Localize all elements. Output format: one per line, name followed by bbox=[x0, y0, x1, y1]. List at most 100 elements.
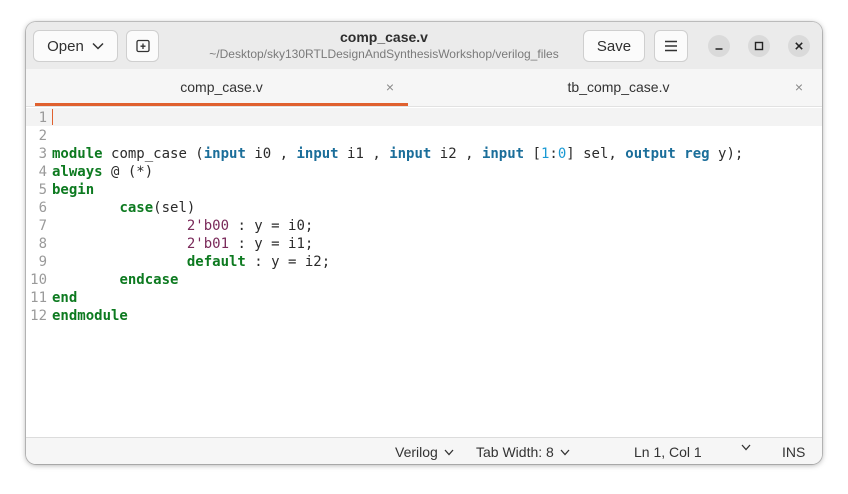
line-number: 2 bbox=[38, 128, 47, 144]
tab-close-icon[interactable]: × bbox=[795, 79, 803, 95]
current-line-highlight bbox=[26, 108, 822, 126]
code-editor[interactable]: 1 2 3 4 5 6 7 8 9 10 11 12 module comp_case (input … bbox=[26, 107, 822, 437]
line-number: 11 bbox=[30, 290, 47, 306]
cursor-position[interactable]: Ln 1, Col 1 bbox=[634, 444, 702, 460]
code-token: i0 , bbox=[245, 146, 297, 162]
line-number: 12 bbox=[30, 308, 47, 324]
code-line: always @ (*) bbox=[52, 163, 153, 181]
code-token: 0 bbox=[557, 146, 567, 162]
code-token: ] sel, bbox=[566, 146, 626, 162]
code-token: (sel) bbox=[153, 200, 196, 216]
insert-mode-label: INS bbox=[782, 444, 806, 460]
line-number-gutter: 1 2 3 4 5 6 7 8 9 10 11 12 bbox=[26, 107, 48, 437]
code-token: input bbox=[203, 146, 246, 162]
active-tab-indicator bbox=[35, 103, 408, 106]
line-number: 4 bbox=[38, 164, 47, 180]
code-line: default : y = i2; bbox=[52, 253, 330, 271]
code-token: endcase bbox=[119, 272, 179, 288]
file-path: ~/Desktop/sky130RTLDesignAndSynthesisWor… bbox=[209, 47, 559, 61]
tab-width-label: Tab Width: 8 bbox=[476, 444, 554, 460]
close-icon bbox=[795, 42, 803, 50]
minimize-icon bbox=[715, 48, 723, 50]
code-line: 2'b00 : y = i0; bbox=[52, 217, 313, 235]
code-token: begin bbox=[52, 182, 95, 198]
code-token: module bbox=[52, 146, 112, 162]
code-line: endcase bbox=[52, 271, 178, 289]
header-bar: Open comp_case.v ~/Desktop/sky130RTLDesi… bbox=[26, 22, 822, 70]
code-token: 2'b00 bbox=[186, 218, 230, 234]
line-number: 3 bbox=[38, 146, 47, 162]
code-line: 2'b01 : y = i1; bbox=[52, 235, 313, 253]
line-number: 6 bbox=[38, 200, 47, 216]
code-token: endmodule bbox=[52, 308, 128, 324]
chevron-down-icon bbox=[560, 449, 570, 455]
code-token: reg bbox=[684, 146, 710, 162]
code-token: input bbox=[481, 146, 525, 162]
code-token: @ (*) bbox=[102, 164, 154, 180]
maximize-button[interactable] bbox=[748, 35, 770, 57]
line-number: 1 bbox=[38, 110, 47, 126]
code-token: [ bbox=[524, 146, 541, 162]
code-line: end bbox=[52, 289, 77, 307]
code-token: input bbox=[389, 146, 432, 162]
code-line: module comp_case (input i0 , input i1 , … bbox=[52, 145, 743, 163]
language-label: Verilog bbox=[395, 444, 438, 460]
code-token: case bbox=[119, 200, 154, 216]
save-button[interactable]: Save bbox=[583, 30, 645, 62]
open-button[interactable]: Open bbox=[33, 30, 118, 62]
code-token: comp_case ( bbox=[111, 146, 204, 162]
code-token: always bbox=[52, 164, 103, 180]
language-selector[interactable]: Verilog bbox=[395, 444, 454, 460]
new-tab-icon bbox=[135, 39, 150, 53]
line-number: 5 bbox=[38, 182, 47, 198]
code-token: i1 , bbox=[338, 146, 390, 162]
code-token: default bbox=[186, 254, 246, 270]
tab-tb-comp-case[interactable]: tb_comp_case.v × bbox=[426, 69, 811, 106]
code-token: : y = i1; bbox=[229, 236, 314, 252]
hamburger-menu-icon bbox=[665, 40, 677, 52]
chevron-down-icon bbox=[741, 444, 751, 451]
new-tab-button[interactable] bbox=[126, 30, 159, 62]
close-window-button[interactable] bbox=[788, 35, 810, 57]
code-token: input bbox=[296, 146, 339, 162]
code-token: i2 , bbox=[431, 146, 482, 162]
tab-label: tb_comp_case.v bbox=[567, 79, 670, 95]
open-button-label: Open bbox=[47, 37, 84, 55]
line-number: 10 bbox=[30, 272, 47, 288]
window-title: comp_case.v bbox=[340, 29, 428, 45]
menu-button[interactable] bbox=[654, 30, 688, 62]
line-number: 9 bbox=[38, 254, 47, 270]
cursor-position-label: Ln 1, Col 1 bbox=[634, 444, 702, 460]
chevron-down-icon bbox=[444, 449, 454, 455]
code-token: output bbox=[625, 146, 676, 162]
chevron-down-icon bbox=[92, 42, 104, 50]
code-line: endmodule bbox=[52, 307, 128, 325]
tab-width-selector[interactable]: Tab Width: 8 bbox=[476, 444, 570, 460]
line-number: 7 bbox=[38, 218, 47, 234]
title-block: comp_case.v ~/Desktop/sky130RTLDesignAnd… bbox=[186, 28, 582, 62]
tab-comp-case[interactable]: comp_case.v × bbox=[35, 69, 408, 106]
line-number: 8 bbox=[38, 236, 47, 252]
code-line: case(sel) bbox=[52, 199, 195, 217]
code-token: : y = i2; bbox=[245, 254, 331, 270]
code-token: : bbox=[549, 146, 558, 162]
tab-bar: comp_case.v × tb_comp_case.v × bbox=[26, 69, 822, 107]
tab-close-icon[interactable]: × bbox=[386, 79, 394, 95]
maximize-icon bbox=[754, 41, 764, 51]
text-cursor bbox=[52, 109, 53, 125]
code-token: 2'b01 bbox=[186, 236, 230, 252]
cursor-position-dropdown[interactable] bbox=[741, 444, 751, 451]
code-token: y); bbox=[709, 146, 744, 162]
code-line: begin bbox=[52, 181, 94, 199]
code-token: : y = i0; bbox=[229, 218, 314, 234]
code-token: end bbox=[52, 290, 78, 306]
status-bar: Verilog Tab Width: 8 Ln 1, Col 1 INS bbox=[26, 437, 822, 464]
insert-mode[interactable]: INS bbox=[782, 444, 805, 460]
editor-window: Open comp_case.v ~/Desktop/sky130RTLDesi… bbox=[26, 22, 822, 464]
minimize-button[interactable] bbox=[708, 35, 730, 57]
